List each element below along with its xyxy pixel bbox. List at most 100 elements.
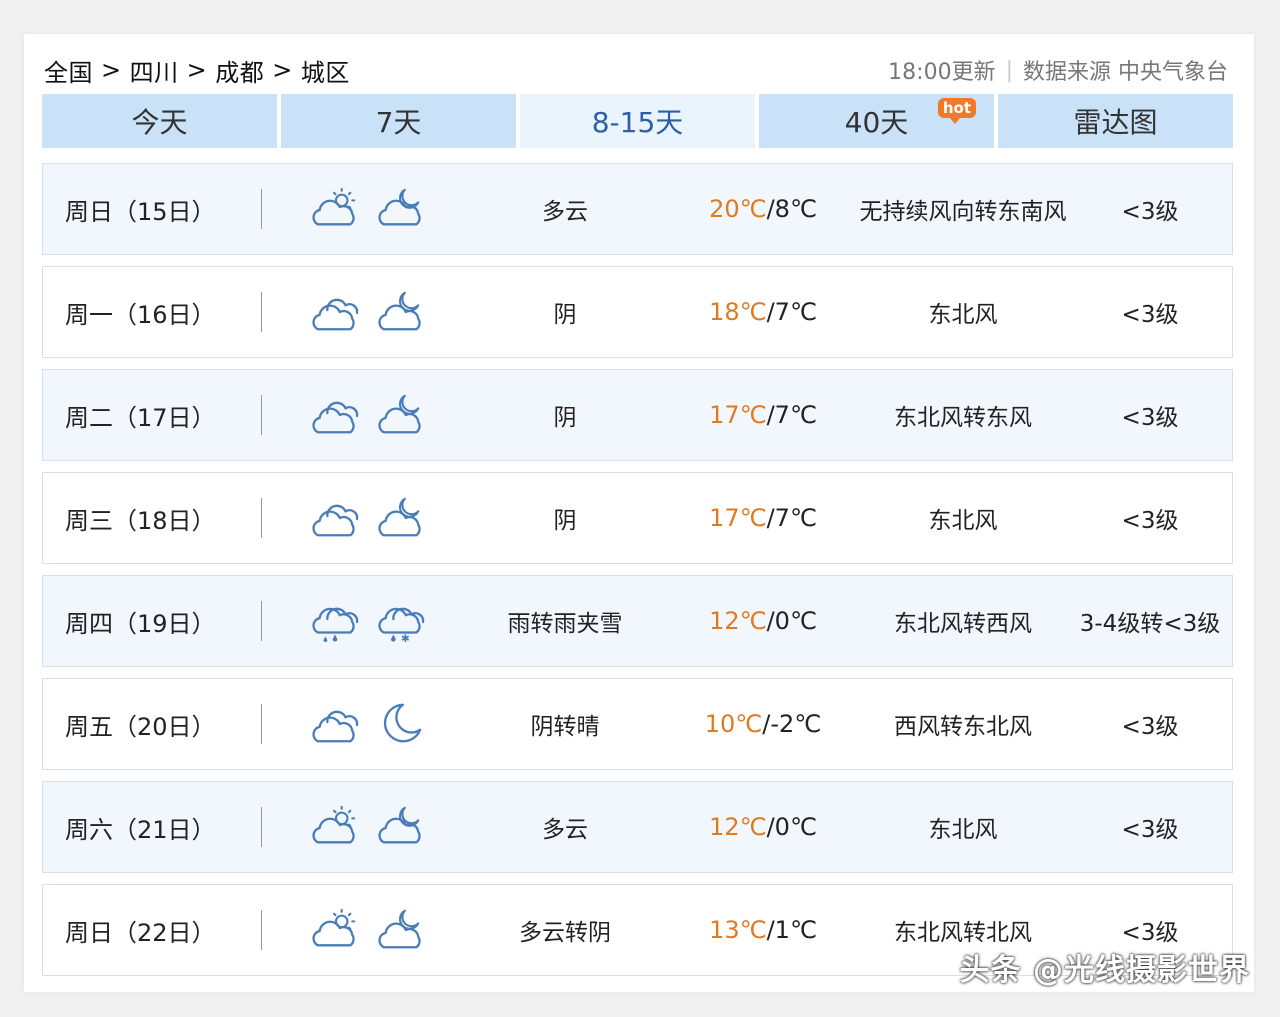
weather-description: 阴 — [553, 302, 577, 328]
wind-level: <3级 — [1121, 302, 1179, 328]
day-date: 周三（18日） — [65, 506, 216, 535]
temp-high: 18℃ — [709, 298, 767, 326]
weather-icons — [262, 495, 462, 541]
wind-direction: 东北风 — [928, 302, 998, 328]
overcast-moon-icon — [378, 909, 421, 949]
weather-icons — [262, 289, 462, 335]
sleet-icon: ✱ — [378, 607, 425, 644]
day-date: 周二（17日） — [65, 403, 216, 432]
day-date: 周四（19日） — [65, 609, 216, 638]
temp-high: 12℃ — [709, 813, 767, 841]
wind-direction: 东北风 — [928, 508, 998, 534]
temperature: 13℃/1℃ — [668, 916, 858, 944]
forecast-row: 周六（21日） 多云 12℃/0℃ 东北风 <3级 — [42, 781, 1233, 873]
wind-level: <3级 — [1121, 714, 1179, 740]
temp-low: /0℃ — [766, 813, 817, 841]
temp-high: 13℃ — [709, 916, 767, 944]
update-time: 18:00更新 — [888, 60, 996, 85]
hot-badge: hot — [937, 98, 976, 124]
rain-icon — [312, 607, 359, 643]
watermark: 头条 @光线摄影世界 — [959, 953, 1250, 988]
weather-description: 阴转晴 — [530, 714, 600, 740]
day-date: 周五（20日） — [65, 712, 216, 741]
weather-description: 雨转雨夹雪 — [507, 611, 623, 637]
breadcrumb-separator: > — [272, 56, 293, 84]
wind-direction: 无持续风向转东南风 — [859, 199, 1067, 225]
breadcrumb-district: 城区 — [300, 58, 350, 87]
weather-description: 多云 — [542, 817, 588, 843]
day-date: 周日（15日） — [65, 197, 216, 226]
partly-cloudy-sun-icon — [312, 805, 356, 844]
wind-direction: 东北风转东风 — [894, 405, 1032, 431]
cloudy-icon — [312, 710, 359, 743]
update-info: 18:00更新 | 数据来源 中央气象台 — [888, 54, 1228, 86]
temperature: 20℃/8℃ — [668, 195, 858, 223]
meta-divider: | — [1005, 57, 1013, 83]
weather-description: 多云转阴 — [519, 920, 611, 946]
weather-icons — [262, 186, 462, 232]
wind-direction: 东北风转西风 — [894, 611, 1032, 637]
forecast-tabs: 今天 7天 8-15天 40天 hot 雷达图 — [42, 94, 1233, 148]
tab-7-days[interactable]: 7天 — [281, 94, 516, 148]
weather-description: 阴 — [553, 405, 577, 431]
temp-high: 17℃ — [709, 504, 767, 532]
cloudy-icon — [312, 504, 359, 537]
forecast-row: 周日（15日） 多云 20℃/8℃ 无持续风向转东南风 <3级 — [42, 163, 1233, 255]
wind-level: <3级 — [1121, 508, 1179, 534]
temp-low: /7℃ — [766, 401, 817, 429]
moon-icon — [383, 703, 422, 743]
forecast-row: 周五（20日） 阴转晴 10℃/-2℃ 西风转东北风 <3级 — [42, 678, 1233, 770]
overcast-moon-icon — [378, 497, 421, 537]
data-source: 数据来源 中央气象台 — [1023, 60, 1228, 85]
partly-cloudy-moon-icon — [378, 806, 421, 844]
tab-label: 雷达图 — [1073, 106, 1158, 139]
breadcrumb-chengdu[interactable]: 成都 — [215, 53, 264, 88]
temp-high: 17℃ — [709, 401, 767, 429]
forecast-list: 周日（15日） 多云 20℃/8℃ 无持续风向转东南风 <3级 周一（16日） … — [42, 163, 1233, 987]
temp-low: /0℃ — [766, 607, 817, 635]
temp-low: /8℃ — [766, 195, 817, 223]
svg-text:✱: ✱ — [401, 633, 410, 644]
weather-icons: ✱ — [262, 598, 462, 644]
forecast-row: 周一（16日） 阴 18℃/7℃ 东北风 <3级 — [42, 266, 1233, 358]
partly-cloudy-sun-icon — [312, 187, 356, 226]
top-bar: 全国 > 四川 > 成都 > 城区 18:00更新 | 数据来源 中央气象台 — [44, 52, 1228, 88]
temperature: 10℃/-2℃ — [668, 710, 858, 738]
breadcrumb-national[interactable]: 全国 — [44, 53, 93, 88]
temperature: 17℃/7℃ — [668, 504, 858, 532]
weather-icons — [262, 392, 462, 438]
tab-40-days[interactable]: 40天 hot — [759, 94, 994, 148]
wind-direction: 东北风转北风 — [894, 920, 1032, 946]
weather-icons — [262, 804, 462, 850]
breadcrumb-sichuan[interactable]: 四川 — [130, 53, 179, 88]
tab-label: 今天 — [131, 106, 188, 139]
breadcrumb: 全国 > 四川 > 成都 > 城区 — [44, 53, 350, 88]
forecast-row: 周四（19日） ✱ 雨转雨夹雪 12℃/0℃ 东北风转西风 3-4级转<3级 — [42, 575, 1233, 667]
cloudy-icon — [312, 401, 359, 434]
tab-8-15-days[interactable]: 8-15天 — [520, 94, 755, 148]
forecast-row: 周三（18日） 阴 17℃/7℃ 东北风 <3级 — [42, 472, 1233, 564]
temp-low: /7℃ — [766, 504, 817, 532]
wind-direction: 东北风 — [928, 817, 998, 843]
weather-icons — [262, 907, 462, 953]
wind-level: <3级 — [1121, 405, 1179, 431]
cloudy-icon — [312, 298, 359, 331]
partly-cloudy-sun-icon — [312, 908, 356, 947]
tab-today[interactable]: 今天 — [42, 94, 277, 148]
overcast-moon-icon — [378, 394, 421, 434]
temperature: 12℃/0℃ — [668, 813, 858, 841]
weather-description: 阴 — [553, 508, 577, 534]
wind-level: <3级 — [1121, 817, 1179, 843]
temperature: 18℃/7℃ — [668, 298, 858, 326]
breadcrumb-separator: > — [101, 56, 122, 84]
day-date: 周日（22日） — [65, 918, 216, 947]
temp-high: 10℃ — [704, 710, 763, 738]
tab-label: 8-15天 — [591, 106, 684, 139]
tab-radar[interactable]: 雷达图 — [998, 94, 1233, 148]
temp-low: /1℃ — [766, 916, 817, 944]
tab-label: 40天 — [844, 106, 909, 139]
wind-level: 3-4级转<3级 — [1079, 611, 1221, 637]
weather-description: 多云 — [542, 199, 588, 225]
temp-low: /7℃ — [766, 298, 817, 326]
day-date: 周一（16日） — [65, 300, 216, 329]
